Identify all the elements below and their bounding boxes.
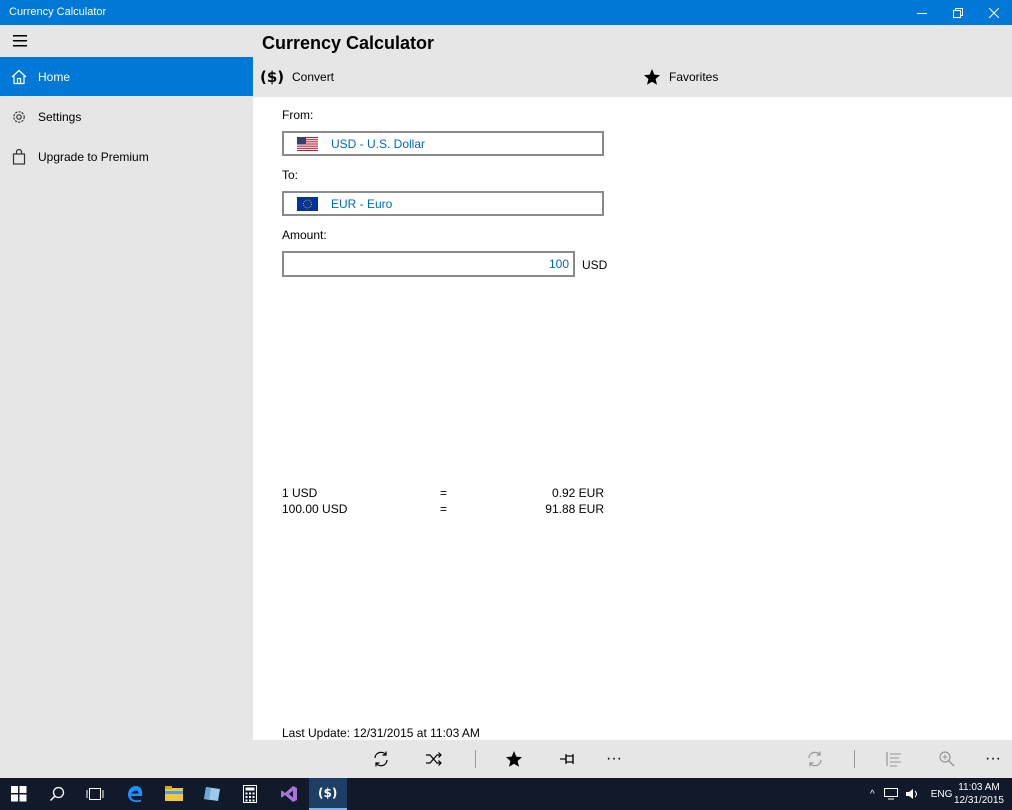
restore-button[interactable]: [940, 0, 976, 25]
result-equals: =: [440, 502, 448, 516]
close-button[interactable]: [976, 0, 1012, 25]
sidebar-item-label: Settings: [38, 109, 82, 124]
page-title: Currency Calculator: [262, 33, 435, 53]
visual-studio-icon: [281, 786, 297, 802]
result-source: 1 USD: [282, 486, 318, 500]
currency-icon: ($): [260, 68, 284, 86]
from-label: From:: [282, 108, 314, 122]
result-target: 91.88 EUR: [545, 502, 604, 516]
pin-icon: [560, 754, 574, 764]
clock-date: 12/31/2015: [953, 795, 1004, 806]
star-icon: [643, 68, 661, 86]
list-icon: [886, 752, 901, 767]
taskbar-visual-studio[interactable]: [270, 778, 308, 810]
more-icon: ···: [606, 750, 622, 767]
from-currency-value: USD - U.S. Dollar: [331, 136, 426, 151]
window-title: Currency Calculator: [9, 6, 107, 18]
taskbar-file-explorer[interactable]: [155, 778, 193, 810]
last-update-text: Last Update: 12/31/2015 at 11:03 AM: [282, 726, 480, 740]
header: Currency Calculator ($) Convert Favorite…: [253, 25, 1012, 97]
to-label: To:: [282, 168, 299, 182]
taskbar-edge[interactable]: [116, 778, 154, 810]
folder-icon: [165, 786, 183, 801]
store-icon: [204, 787, 220, 801]
shopping-bag-icon: [0, 148, 38, 165]
us-flag-icon: [297, 136, 318, 151]
shuffle-button[interactable]: [416, 740, 452, 778]
sidebar-item-home[interactable]: Home: [0, 57, 253, 96]
edge-icon: [128, 786, 143, 803]
result-target: 0.92 EUR: [551, 486, 604, 500]
tab-favorites[interactable]: Favorites: [643, 65, 718, 89]
sidebar-item-label: Upgrade to Premium: [38, 149, 149, 164]
more-button-right[interactable]: ···: [975, 740, 1011, 778]
sidebar-item-upgrade[interactable]: Upgrade to Premium: [0, 137, 253, 176]
shuffle-icon: [426, 752, 442, 766]
task-view-button[interactable]: [76, 778, 114, 810]
currency-icon: ($): [318, 786, 337, 800]
clock[interactable]: 11:03 AM 12/31/2015: [954, 781, 1004, 807]
svg-text:($): ($): [260, 68, 284, 86]
start-button[interactable]: [0, 778, 38, 810]
taskbar-currency-calculator[interactable]: ($): [309, 778, 347, 810]
amount-unit: USD: [582, 258, 608, 272]
chevron-up-icon[interactable]: ^: [870, 789, 875, 800]
taskbar: ($) ^ ENG 11:03 AM 12/31/2015: [0, 778, 1012, 810]
refresh-icon: [374, 751, 388, 767]
pin-button[interactable]: [550, 740, 586, 778]
system-tray: ^ ENG: [870, 778, 952, 810]
tab-label: Favorites: [669, 70, 719, 84]
zoom-button[interactable]: [929, 740, 965, 778]
favorite-button[interactable]: [496, 740, 532, 778]
refresh-icon: [808, 751, 822, 767]
result-source: 100.00 USD: [282, 502, 348, 516]
amount-input[interactable]: 100: [282, 251, 575, 277]
tab-convert[interactable]: ($) Convert: [260, 65, 334, 89]
search-button[interactable]: [38, 778, 76, 810]
sidebar-item-settings[interactable]: Settings: [0, 97, 253, 136]
converter-panel: From: USD - U.S. Dollar To: EUR - Euro A…: [253, 97, 1012, 740]
eu-flag-icon: [297, 196, 318, 211]
search-icon: [49, 786, 65, 802]
minimize-button[interactable]: [904, 0, 940, 25]
separator: [854, 750, 855, 768]
task-view-icon: [86, 788, 104, 800]
svg-text:($): ($): [318, 786, 337, 800]
result-row: 100.00 USD = 91.88 EUR: [282, 502, 604, 518]
result-row: 1 USD = 0.92 EUR: [282, 486, 604, 502]
zoom-icon: [939, 751, 955, 767]
language-indicator[interactable]: ENG: [931, 789, 953, 800]
more-button[interactable]: ···: [596, 740, 632, 778]
from-currency-select[interactable]: USD - U.S. Dollar: [282, 131, 604, 156]
taskbar-calculator[interactable]: [231, 778, 269, 810]
taskbar-store[interactable]: [193, 778, 231, 810]
hamburger-icon: [13, 35, 27, 47]
volume-icon[interactable]: [905, 788, 919, 800]
calculator-icon: [243, 785, 257, 803]
refresh-button-disabled[interactable]: [797, 740, 833, 778]
gear-icon: [0, 109, 38, 125]
to-currency-value: EUR - Euro: [331, 196, 393, 211]
separator: [475, 750, 476, 768]
title-bar: Currency Calculator: [0, 0, 1012, 25]
result-equals: =: [440, 486, 448, 500]
clock-time: 11:03 AM: [958, 782, 1000, 793]
tab-label: Convert: [292, 70, 335, 84]
sidebar: Home Settings Upgrade to Premium: [0, 25, 253, 778]
hamburger-menu-button[interactable]: [0, 25, 40, 57]
to-currency-select[interactable]: EUR - Euro: [282, 191, 604, 216]
windows-icon: [11, 786, 27, 802]
command-bar: ··· ···: [253, 740, 1012, 778]
network-icon[interactable]: [883, 788, 898, 800]
sidebar-item-label: Home: [38, 69, 71, 84]
home-icon: [0, 69, 38, 85]
refresh-button[interactable]: [363, 740, 399, 778]
amount-label: Amount:: [282, 228, 327, 242]
list-button[interactable]: [876, 740, 912, 778]
more-icon: ···: [985, 750, 1001, 767]
star-icon: [506, 751, 522, 767]
